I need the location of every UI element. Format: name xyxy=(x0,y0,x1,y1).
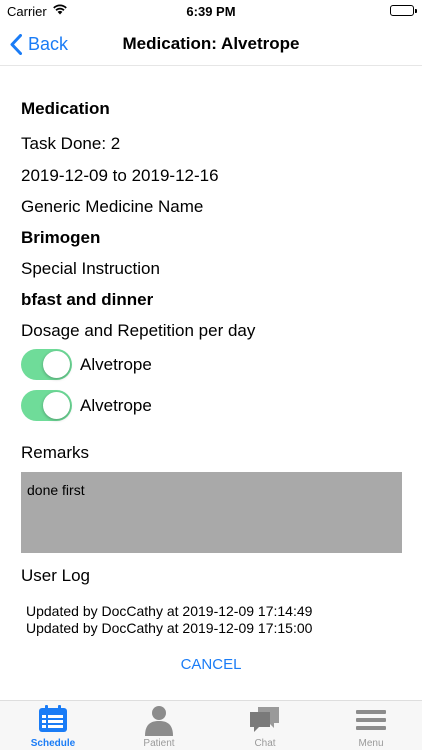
clock-time: 6:39 PM xyxy=(186,4,236,19)
remarks-field[interactable]: done first xyxy=(21,472,402,553)
date-range-text: 2019-12-09 to 2019-12-16 xyxy=(21,166,219,185)
schedule-icon xyxy=(39,705,67,732)
chat-icon xyxy=(250,707,279,732)
dose-toggle-switch[interactable] xyxy=(21,349,72,380)
cancel-button[interactable]: CANCEL xyxy=(0,656,422,673)
tab-schedule[interactable]: Schedule xyxy=(0,701,106,750)
generic-name-label: Generic Medicine Name xyxy=(21,197,204,216)
log-entry: Updated by DocCathy at 2019-12-09 17:15:… xyxy=(26,620,313,636)
tab-patient[interactable]: Patient xyxy=(106,701,212,750)
task-done-text: Task Done: 2 xyxy=(21,134,121,153)
user-log-list: Updated by DocCathy at 2019-12-09 17:14:… xyxy=(26,603,312,637)
user-log-label: User Log xyxy=(21,566,90,585)
remarks-label: Remarks xyxy=(21,443,90,462)
dose-label: Alvetrope xyxy=(80,354,152,374)
dose-row: Alvetrope xyxy=(21,390,152,421)
tab-schedule-label: Schedule xyxy=(30,738,76,749)
battery-icon xyxy=(390,5,417,16)
tab-menu[interactable]: Menu xyxy=(318,701,422,750)
tab-patient-label: Patient xyxy=(143,738,175,749)
remarks-text: done first xyxy=(27,482,85,498)
generic-name-value: Brimogen xyxy=(21,228,101,247)
dose-label: Alvetrope xyxy=(80,395,152,415)
dosage-label: Dosage and Repetition per day xyxy=(21,321,256,340)
special-instruction-label: Special Instruction xyxy=(21,259,160,278)
tab-chat-label: Chat xyxy=(254,738,276,749)
status-bar: Carrier 6:39 PM xyxy=(0,0,422,22)
section-title: Medication xyxy=(21,99,110,118)
tab-menu-label: Menu xyxy=(358,738,384,749)
menu-icon xyxy=(356,710,386,730)
tab-bar: Schedule Patient Chat Menu xyxy=(0,700,422,750)
dose-toggle-switch[interactable] xyxy=(21,390,72,421)
navigation-bar: Back Medication: Alvetrope xyxy=(0,22,422,66)
page-title: Medication: Alvetrope xyxy=(122,34,300,53)
tab-chat[interactable]: Chat xyxy=(212,701,318,750)
log-entry: Updated by DocCathy at 2019-12-09 17:14:… xyxy=(26,603,313,619)
dose-row: Alvetrope xyxy=(21,349,152,380)
special-instruction-value: bfast and dinner xyxy=(21,290,154,309)
person-icon xyxy=(145,706,173,736)
